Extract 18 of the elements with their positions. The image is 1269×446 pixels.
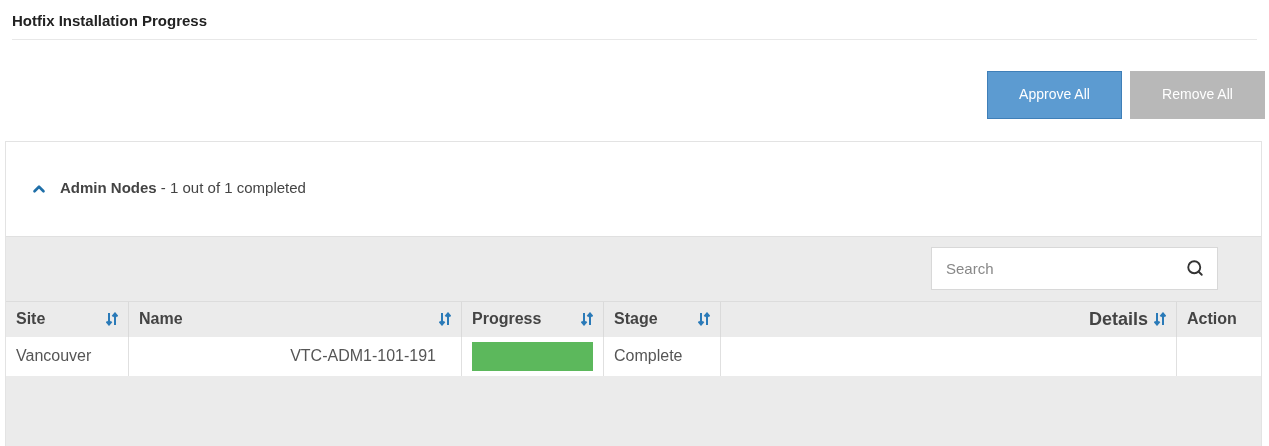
sort-icon[interactable] bbox=[439, 312, 451, 326]
column-header[interactable]: Site bbox=[16, 307, 46, 331]
column-header[interactable]: Action bbox=[1187, 307, 1237, 331]
table-cell: Vancouver bbox=[6, 336, 129, 376]
sort-icon[interactable] bbox=[1154, 312, 1166, 326]
page-title: Hotfix Installation Progress bbox=[12, 10, 1257, 40]
table-cell: Complete bbox=[604, 336, 721, 376]
column-header[interactable]: Progress bbox=[472, 307, 542, 331]
sort-icon[interactable] bbox=[698, 312, 710, 326]
search-icon[interactable] bbox=[1186, 259, 1204, 277]
sort-icon[interactable] bbox=[581, 312, 593, 326]
column-header[interactable]: Details bbox=[1088, 305, 1148, 333]
section-title[interactable]: Admin Nodes - 1 out of 1 completed bbox=[60, 177, 306, 200]
table-cell: VTC-ADM1-101-191 bbox=[129, 336, 462, 376]
search-field[interactable]: Search bbox=[931, 247, 1218, 290]
column-header[interactable]: Stage bbox=[614, 307, 658, 331]
sort-icon[interactable] bbox=[106, 312, 118, 326]
column-header[interactable]: Name bbox=[139, 307, 183, 331]
